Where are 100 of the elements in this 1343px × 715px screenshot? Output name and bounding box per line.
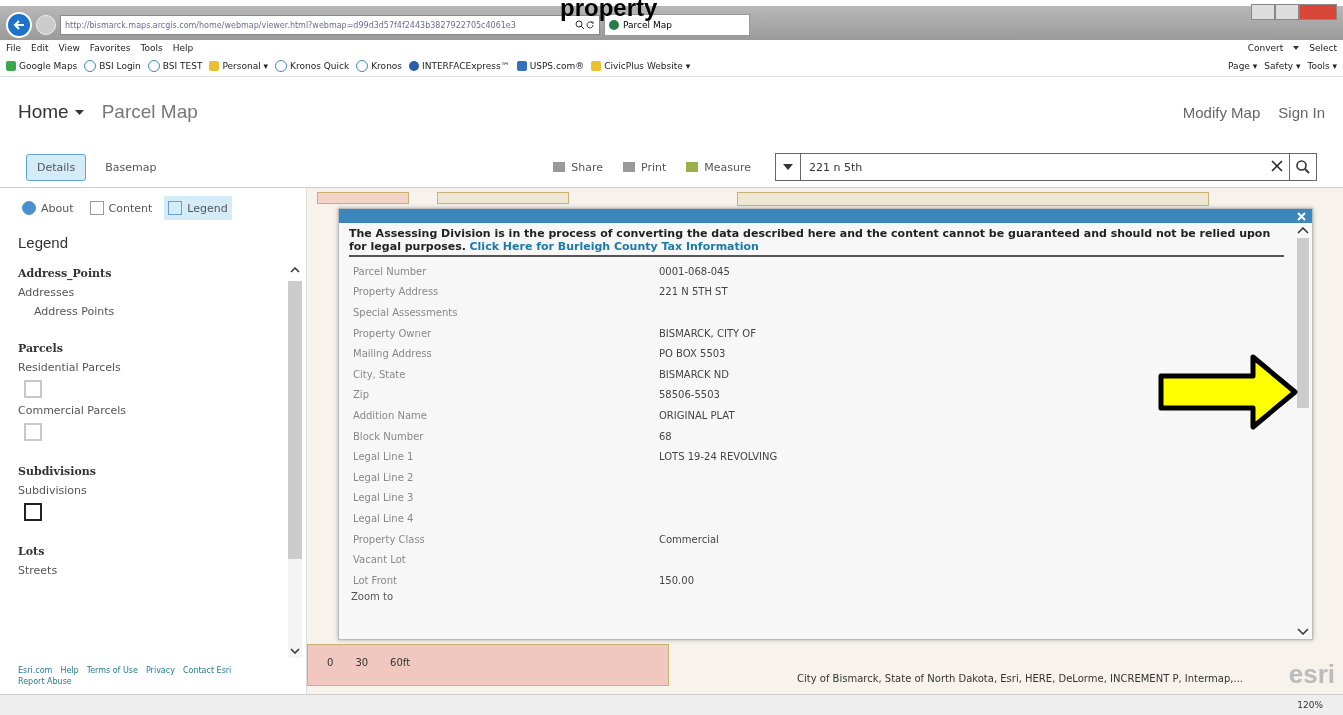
legend-layer: Residential Parcels — [18, 361, 122, 374]
modify-map-link[interactable]: Modify Map — [1182, 103, 1261, 121]
favorite-link[interactable]: INTERFACExpress™ — [409, 61, 510, 71]
favorite-link[interactable]: CivicPlus Website ▾ — [591, 61, 691, 71]
chevron-up-icon[interactable] — [1297, 227, 1309, 234]
attribute-value: Commercial — [659, 533, 719, 545]
search-icon[interactable] — [575, 20, 585, 30]
search-icon[interactable] — [1295, 159, 1311, 175]
toolbar-action[interactable]: Measure — [680, 159, 757, 175]
map-title: Parcel Map — [101, 101, 198, 123]
maximize-button[interactable] — [1275, 4, 1299, 20]
scale-label: 60ft — [390, 657, 411, 668]
footer-link[interactable]: Contact Esri — [182, 666, 232, 675]
favorite-link[interactable]: Kronos Quick — [275, 60, 350, 72]
attribute-label: Addition Name — [352, 409, 428, 421]
sign-in-link[interactable]: Sign In — [1278, 103, 1325, 121]
caret-icon[interactable] — [783, 164, 793, 170]
search-bar[interactable]: 221 n 5th — [775, 153, 1317, 181]
attribute-value: 58506-5503 — [659, 389, 720, 401]
attribute-value: 150.00 — [659, 574, 694, 586]
menu-item[interactable]: Tools — [140, 43, 163, 53]
back-button[interactable] — [6, 12, 32, 38]
favorite-link[interactable]: Kronos — [356, 60, 403, 72]
home-menu[interactable]: Home — [18, 101, 69, 123]
zoom-level[interactable]: 120% — [1297, 700, 1323, 710]
attribute-label: Legal Line 1 — [352, 451, 415, 463]
attribute-label: Mailing Address — [352, 348, 433, 360]
panel-tab[interactable]: Legend — [164, 196, 232, 220]
scale-label: 0 — [327, 657, 334, 668]
attribute-label: Legal Line 3 — [352, 492, 415, 504]
legend-group-title: Lots — [18, 545, 46, 558]
attribute-label: Lot Front — [352, 574, 398, 586]
map-view[interactable] — [306, 188, 1343, 694]
menu-item[interactable]: Edit — [31, 43, 49, 53]
caret-icon[interactable] — [74, 109, 84, 115]
legend-group-title: Subdivisions — [18, 465, 97, 478]
legend-layer: Streets — [18, 564, 59, 577]
minimize-button[interactable] — [1251, 4, 1275, 20]
attribute-value: BISMARCK ND — [659, 368, 729, 380]
toolbar-tab[interactable]: Basemap — [94, 153, 168, 181]
search-field[interactable]: 221 n 5th — [801, 159, 1265, 175]
clear-icon[interactable] — [1271, 160, 1283, 172]
command-menu[interactable]: Page ▾ — [1228, 61, 1258, 71]
legend-group-title: Address_Points — [18, 267, 113, 280]
convert-button[interactable]: Convert — [1247, 43, 1284, 53]
attribute-value: ORIGINAL PLAT — [659, 409, 735, 421]
scale-label: 30 — [355, 657, 369, 668]
legend-layer: Subdivisions — [18, 484, 88, 497]
footer-link[interactable]: Esri.com — [18, 666, 53, 675]
esri-logo: esri — [1288, 659, 1335, 690]
menu-item[interactable]: File — [6, 43, 22, 53]
caret-icon[interactable] — [1293, 46, 1300, 50]
attribute-label: Zip — [352, 389, 370, 401]
toolbar-action[interactable]: Share — [547, 159, 609, 175]
toolbar-action[interactable]: Print — [616, 159, 673, 175]
favorite-link[interactable]: USPS.com® — [516, 61, 585, 71]
attribute-label: City, State — [352, 368, 407, 380]
attribute-value: 221 N 5TH ST — [659, 286, 728, 298]
tax-info-link[interactable]: Click Here for Burleigh County Tax Information — [469, 240, 759, 253]
attribute-label: Legal Line 4 — [352, 512, 415, 524]
chevron-down-icon[interactable] — [1297, 628, 1309, 635]
attribute-label: Special Assessments — [352, 307, 459, 318]
attribute-label: Vacant Lot — [352, 554, 407, 566]
popup-notice: The Assessing Division is in the process of converting the data described here and the content cannot be guaranteed and should not be relied upon for legal purposes. Click Here for Burleigh County Tax Information — [349, 227, 1284, 257]
attribute-label: Property Address — [352, 286, 440, 298]
zoom-to-link[interactable]: Zoom to — [349, 590, 394, 602]
command-menu[interactable]: Safety ▾ — [1264, 61, 1301, 71]
close-icon[interactable] — [1297, 211, 1306, 221]
panel-tab[interactable]: About — [18, 196, 78, 220]
command-menu[interactable]: Tools ▾ — [1307, 61, 1337, 71]
footer-link[interactable]: Terms of Use — [86, 666, 138, 675]
toolbar-tab[interactable]: Details — [26, 153, 87, 181]
favorite-link[interactable]: BSI Login — [84, 60, 141, 72]
favorite-link[interactable]: Personal ▾ — [209, 61, 269, 71]
attribute-value: LOTS 19-24 REVOLVING — [659, 451, 778, 463]
legend-group-title: Parcels — [18, 342, 64, 355]
footer-link[interactable]: Report Abuse — [18, 677, 72, 686]
panel-tab[interactable]: Content — [85, 196, 157, 220]
legend-heading: Legend — [18, 234, 70, 251]
map-attribution: City of Bismarck, State of North Dakota, Esri, HERE, DeLorme, INCREMENT P, Intermap,... — [797, 673, 1244, 684]
select-button[interactable]: Select — [1309, 43, 1337, 53]
footer-link[interactable]: Privacy — [145, 666, 175, 675]
attribute-label: Property Owner — [352, 327, 433, 339]
favorite-link[interactable]: BSI TEST — [147, 60, 203, 72]
attribute-value: PO BOX 5503 — [659, 348, 726, 360]
menu-item[interactable]: View — [58, 43, 80, 53]
attribute-value: BISMARCK, CITY OF — [659, 327, 756, 339]
back-arrow-icon — [12, 18, 26, 32]
footer-link[interactable]: Help — [60, 666, 79, 675]
attribute-label: Parcel Number — [352, 265, 428, 277]
refresh-icon[interactable] — [585, 20, 595, 30]
attribute-value: 68 — [659, 430, 672, 442]
favorite-link[interactable]: Google Maps — [6, 61, 78, 71]
menu-item[interactable]: Favorites — [89, 43, 131, 53]
chevron-down-icon[interactable] — [290, 648, 300, 654]
legend-layer: Addresses — [18, 286, 76, 299]
chevron-up-icon[interactable] — [290, 267, 300, 273]
attribute-value: 0001-068-045 — [659, 265, 730, 277]
legend-layer: Commercial Parcels — [18, 404, 128, 417]
menu-item[interactable]: Help — [172, 43, 194, 53]
